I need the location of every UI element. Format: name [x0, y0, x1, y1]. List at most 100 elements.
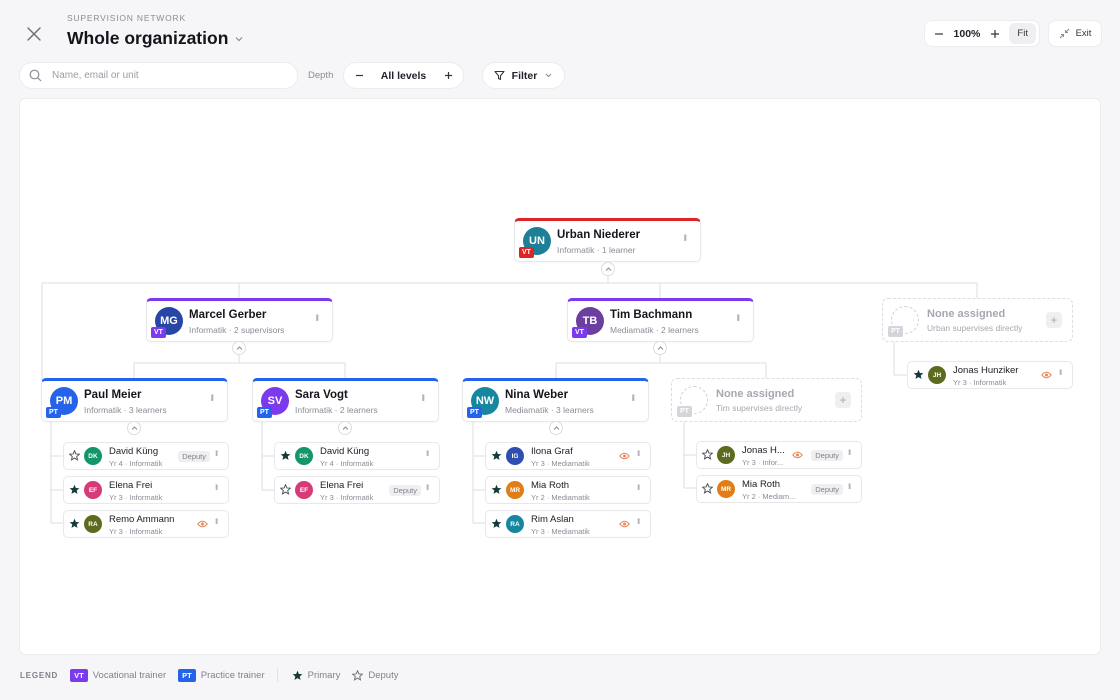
more-options-icon[interactable]: ••• [423, 484, 432, 489]
learner-subtitle: Yr 3 · Informatik [109, 493, 163, 502]
avatar: EF [84, 481, 102, 499]
search-box [19, 62, 298, 89]
learner-subtitle: Yr 3 · Informatik [953, 378, 1007, 387]
learner-name: David Küng [109, 446, 159, 457]
more-options-icon[interactable]: ••• [634, 518, 643, 523]
close-icon [27, 27, 41, 41]
learner-row[interactable]: JH Jonas H... Yr 3 · Infor... Deputy ••• [696, 441, 862, 469]
placeholder-title: None assigned [927, 308, 1006, 320]
fit-button[interactable]: Fit [1009, 23, 1036, 44]
unassigned-pt-slot-tim[interactable]: PT None assigned Tim supervises directly… [671, 378, 862, 422]
learner-subtitle: Yr 4 · Informatik [109, 459, 163, 468]
collapse-toggle[interactable] [653, 341, 667, 355]
avatar: JH [717, 446, 735, 464]
avatar: RA [84, 515, 102, 533]
watch-eye-icon[interactable] [792, 451, 803, 459]
more-options-icon[interactable]: ••• [845, 449, 854, 454]
collapse-toggle[interactable] [338, 421, 352, 435]
depth-value: All levels [380, 69, 427, 82]
pt-card-nina[interactable]: NW PT Nina Weber Mediamatik · 3 learners… [462, 378, 649, 422]
more-options-icon[interactable]: ••• [312, 314, 322, 320]
root-supervisor-card[interactable]: UN VT Urban Niederer Informatik · 1 lear… [514, 218, 701, 262]
star-outline-icon[interactable] [702, 483, 714, 495]
assign-plus-icon[interactable]: + [835, 392, 851, 408]
more-options-icon[interactable]: ••• [418, 394, 428, 400]
legend: LEGEND VT Vocational trainer PT Practice… [20, 668, 410, 682]
more-options-icon[interactable]: ••• [212, 450, 221, 455]
avatar: IG [506, 447, 524, 465]
close-button[interactable] [20, 20, 48, 48]
collapse-toggle[interactable] [127, 421, 141, 435]
more-options-icon[interactable]: ••• [680, 234, 690, 240]
avatar: EF [295, 481, 313, 499]
assign-plus-icon[interactable]: + [1046, 312, 1062, 328]
more-options-icon[interactable]: ••• [845, 483, 854, 488]
star-filled-icon[interactable] [491, 450, 503, 462]
watch-eye-icon[interactable] [619, 520, 630, 528]
collapse-toggle[interactable] [601, 262, 615, 276]
star-outline-icon[interactable] [702, 449, 714, 461]
chevron-up-icon [657, 345, 663, 350]
vt-card-marcel[interactable]: MG VT Marcel Gerber Informatik · 2 super… [146, 298, 333, 342]
learner-name: Remo Ammann [109, 514, 175, 525]
depth-decrease-button[interactable] [352, 69, 366, 83]
more-options-icon[interactable]: ••• [212, 518, 221, 523]
placeholder-subtitle: Urban supervises directly [927, 323, 1023, 333]
depth-increase-button[interactable] [441, 69, 455, 83]
learner-row[interactable]: RA Rim Aslan Yr 3 · Mediamatik ••• [485, 510, 651, 538]
star-outline-icon[interactable] [280, 484, 292, 496]
exit-fullscreen-button[interactable]: Exit [1048, 20, 1102, 47]
star-filled-icon[interactable] [913, 369, 925, 381]
search-input[interactable] [52, 70, 272, 81]
learner-row[interactable]: MR Mia Roth Yr 2 · Mediam... Deputy ••• [696, 475, 862, 503]
pt-card-sara[interactable]: SV PT Sara Vogt Informatik · 2 learners … [252, 378, 439, 422]
chevron-up-icon [605, 266, 611, 271]
more-options-icon[interactable]: ••• [212, 484, 221, 489]
learner-row[interactable]: RA Remo Ammann Yr 3 · Informatik ••• [63, 510, 229, 538]
pt-card-paul[interactable]: PM PT Paul Meier Informatik · 3 learners… [41, 378, 228, 422]
more-options-icon[interactable]: ••• [1056, 369, 1065, 374]
watch-eye-icon[interactable] [1041, 371, 1052, 379]
learner-row[interactable]: IG Ilona Graf Yr 3 · Mediamatik ••• [485, 442, 651, 470]
unassigned-pt-slot-urban[interactable]: PT None assigned Urban supervises direct… [882, 298, 1073, 342]
learner-subtitle: Yr 3 · Mediamatik [531, 527, 590, 536]
collapse-toggle[interactable] [549, 421, 563, 435]
star-outline-icon[interactable] [69, 450, 81, 462]
zoom-in-button[interactable] [987, 26, 1003, 42]
legend-label: Deputy [368, 669, 399, 681]
star-filled-icon[interactable] [491, 484, 503, 496]
depth-stepper: All levels [343, 62, 464, 89]
zoom-out-button[interactable] [931, 26, 947, 42]
avatar: MR [717, 480, 735, 498]
role-badge-pt: PT [888, 326, 903, 337]
star-filled-icon[interactable] [69, 484, 81, 496]
scope-selector[interactable]: Whole organization [67, 28, 244, 49]
learner-row[interactable]: EF Elena Frei Yr 3 · Informatik Deputy ••• [274, 476, 440, 504]
filter-button[interactable]: Filter [482, 62, 565, 89]
avatar: DK [295, 447, 313, 465]
more-options-icon[interactable]: ••• [733, 314, 743, 320]
learner-row[interactable]: JH Jonas Hunziker Yr 3 · Informatik ••• [907, 361, 1073, 389]
more-options-icon[interactable]: ••• [423, 450, 432, 455]
star-filled-icon[interactable] [280, 450, 292, 462]
more-options-icon[interactable]: ••• [634, 450, 643, 455]
deputy-badge: Deputy [178, 451, 210, 462]
learner-subtitle: Yr 2 · Mediam... [742, 492, 796, 501]
learner-row[interactable]: EF Elena Frei Yr 3 · Informatik ••• [63, 476, 229, 504]
vt-card-tim[interactable]: TB VT Tim Bachmann Mediamatik · 2 learne… [567, 298, 754, 342]
star-filled-icon[interactable] [491, 518, 503, 530]
watch-eye-icon[interactable] [197, 520, 208, 528]
collapse-toggle[interactable] [232, 341, 246, 355]
learner-row[interactable]: MR Mia Roth Yr 2 · Mediamatik ••• [485, 476, 651, 504]
more-options-icon[interactable]: ••• [634, 484, 643, 489]
watch-eye-icon[interactable] [619, 452, 630, 460]
learner-name: Ilona Graf [531, 446, 573, 457]
star-filled-icon[interactable] [69, 518, 81, 530]
learner-row[interactable]: DK David Küng Yr 4 · Informatik Deputy ••• [63, 442, 229, 470]
minus-icon [935, 32, 943, 35]
learner-row[interactable]: DK David Küng Yr 4 · Informatik ••• [274, 442, 440, 470]
deputy-badge: Deputy [811, 450, 843, 461]
more-options-icon[interactable]: ••• [628, 394, 638, 400]
more-options-icon[interactable]: ••• [207, 394, 217, 400]
learner-name: Elena Frei [109, 480, 153, 491]
